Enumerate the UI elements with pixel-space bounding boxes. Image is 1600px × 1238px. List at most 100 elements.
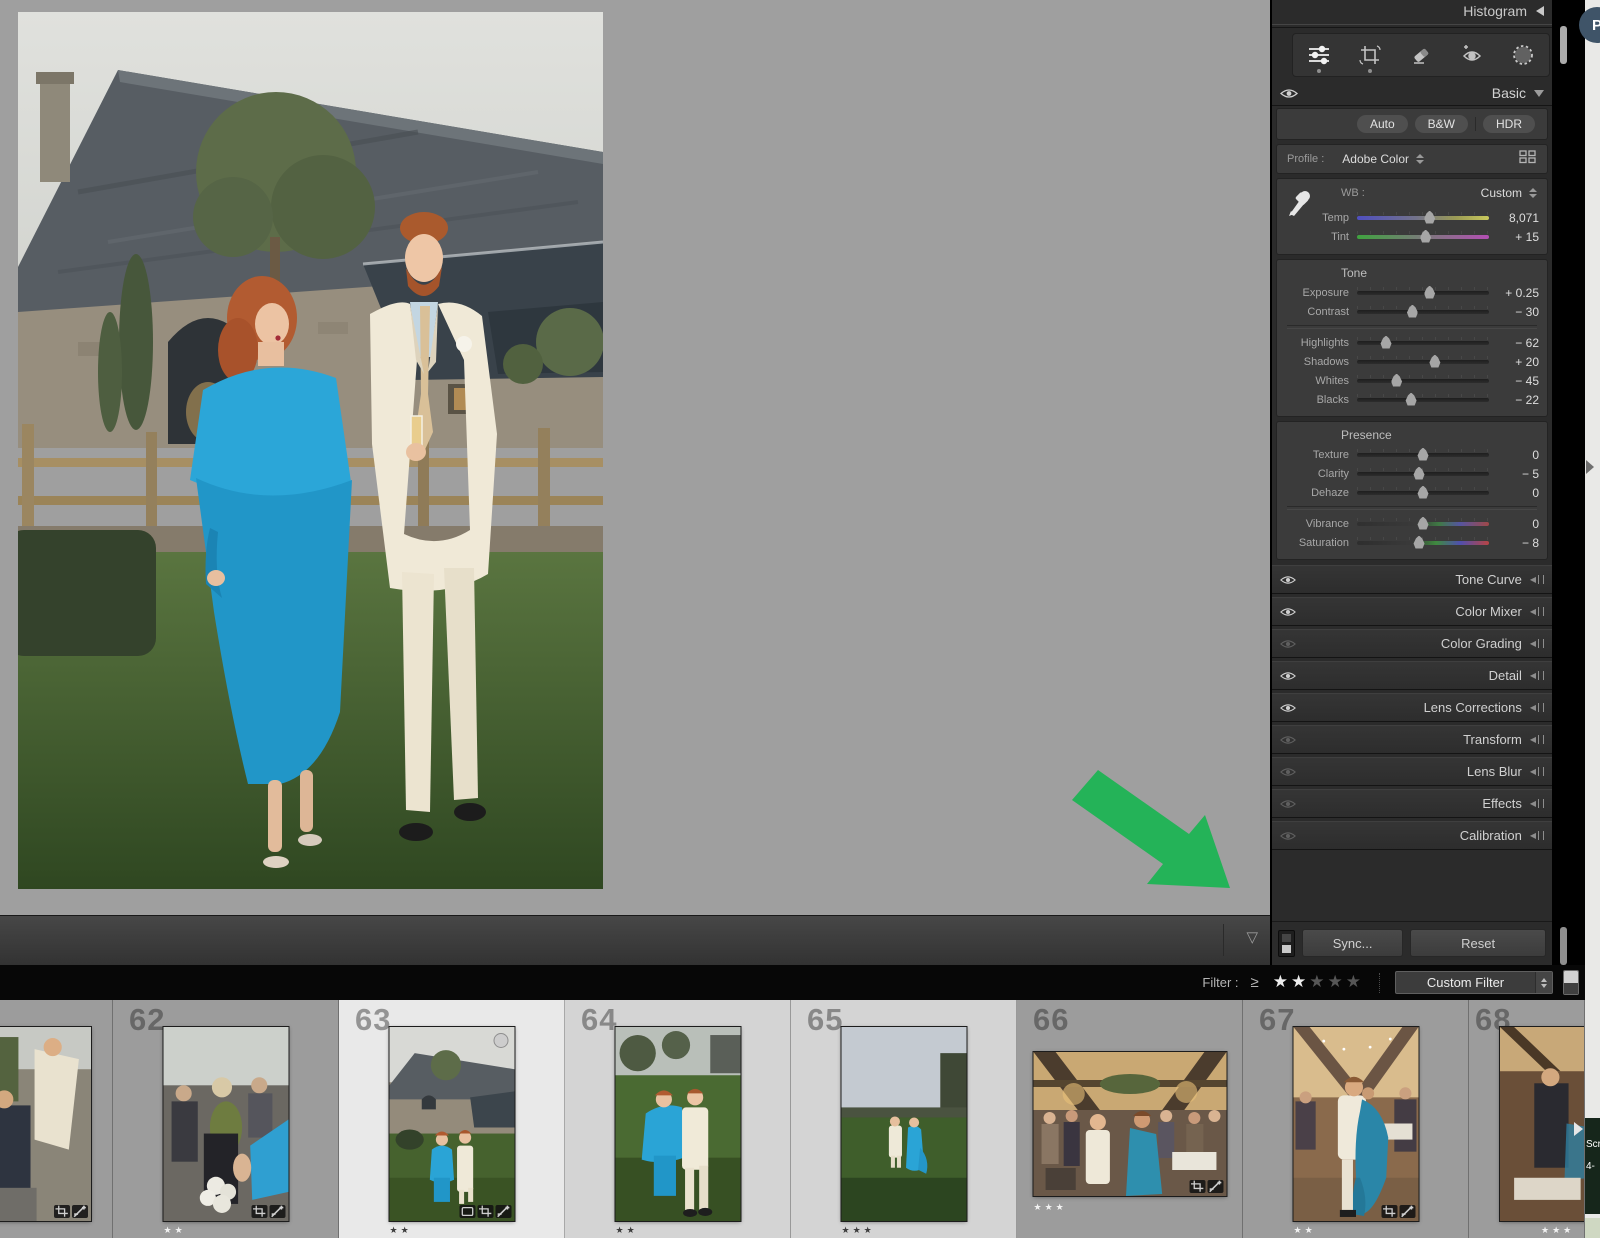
calibration-eye-icon[interactable]: [1280, 831, 1296, 841]
crop-badge-icon[interactable]: [477, 1205, 493, 1218]
thumbnail-partial-left[interactable]: [0, 1027, 91, 1221]
clarity-value[interactable]: − 5: [1489, 467, 1539, 481]
filmstrip-cell-66[interactable]: 66: [1017, 1000, 1243, 1238]
reset-button[interactable]: Reset: [1410, 929, 1546, 957]
thumbnail-62[interactable]: [163, 1027, 288, 1221]
color-grading-eye-icon[interactable]: [1280, 639, 1296, 649]
masking-tool-icon[interactable]: [1498, 43, 1549, 67]
filter-star-4-icon[interactable]: [1328, 973, 1343, 992]
tint-slider[interactable]: Tint + 15: [1277, 227, 1547, 246]
effects-eye-icon[interactable]: [1280, 799, 1296, 809]
clarity-track[interactable]: [1357, 472, 1489, 476]
temp-slider[interactable]: Temp 8,071: [1277, 208, 1547, 227]
red-eye-tool-icon[interactable]: [1447, 44, 1498, 66]
saturation-value[interactable]: − 8: [1489, 536, 1539, 550]
bw-button[interactable]: B&W: [1415, 115, 1468, 133]
adjustment-badge-icon[interactable]: [1207, 1180, 1223, 1193]
thumbnail-64[interactable]: [615, 1027, 740, 1221]
thumbnail-63[interactable]: [389, 1027, 514, 1221]
profile-value[interactable]: Adobe Color: [1342, 152, 1409, 166]
star-rating[interactable]: ★★: [164, 1225, 186, 1236]
tone-curve-eye-icon[interactable]: [1280, 575, 1296, 585]
basic-panel-header[interactable]: Basic: [1272, 81, 1552, 106]
basic-eye-icon[interactable]: [1280, 88, 1298, 99]
tint-knob[interactable]: [1420, 230, 1431, 243]
panel-tone-curve[interactable]: Tone Curve: [1272, 565, 1552, 594]
filter-star-1-icon[interactable]: [1273, 973, 1288, 992]
panel-calibration[interactable]: Calibration: [1272, 821, 1552, 850]
develop-canvas[interactable]: [0, 0, 1270, 915]
panel-effects[interactable]: Effects: [1272, 789, 1552, 818]
panel-reveal-arrow-icon[interactable]: [1586, 460, 1594, 474]
panel-scrollbar-bottom[interactable]: [1560, 927, 1567, 965]
shadows-slider[interactable]: Shadows + 20: [1277, 352, 1547, 371]
filmstrip-cell-64[interactable]: 64 ★★: [565, 1000, 791, 1238]
filmstrip-cell-67[interactable]: 67: [1243, 1000, 1469, 1238]
star-rating[interactable]: ★★★: [842, 1225, 875, 1236]
crop-badge-icon[interactable]: [1381, 1205, 1397, 1218]
wb-eyedropper-icon[interactable]: [1285, 187, 1315, 224]
whites-slider[interactable]: Whites − 45: [1277, 371, 1547, 390]
panel-lens-blur[interactable]: Lens Blur: [1272, 757, 1552, 786]
filmstrip-cell-63-active[interactable]: 63: [339, 1000, 565, 1238]
temp-track[interactable]: [1357, 216, 1489, 220]
filter-star-2-icon[interactable]: [1291, 973, 1306, 992]
blacks-track[interactable]: [1357, 398, 1489, 402]
highlights-knob[interactable]: [1381, 336, 1392, 349]
crop-badge-icon[interactable]: [54, 1205, 70, 1218]
thumbnail-65[interactable]: [841, 1027, 966, 1221]
toolbar-chevron-icon[interactable]: ▽: [1246, 930, 1258, 945]
histogram-header[interactable]: Histogram: [1272, 0, 1552, 22]
adjustment-badge-icon[interactable]: [1399, 1205, 1415, 1218]
shadows-value[interactable]: + 20: [1489, 355, 1539, 369]
profile-avatar[interactable]: P: [1579, 7, 1600, 43]
star-rating[interactable]: ★★: [1294, 1225, 1316, 1236]
clarity-knob[interactable]: [1414, 467, 1425, 480]
lens-corrections-eye-icon[interactable]: [1280, 703, 1296, 713]
whites-value[interactable]: − 45: [1489, 374, 1539, 388]
contrast-slider[interactable]: Contrast − 30: [1277, 302, 1547, 321]
filmstrip-cell-62[interactable]: 62: [113, 1000, 339, 1238]
blacks-knob[interactable]: [1406, 393, 1417, 406]
color-mixer-eye-icon[interactable]: [1280, 607, 1296, 617]
shadows-knob[interactable]: [1429, 355, 1440, 368]
contrast-track[interactable]: [1357, 310, 1489, 314]
dehaze-slider[interactable]: Dehaze 0: [1277, 483, 1547, 502]
tint-track[interactable]: [1357, 235, 1489, 239]
transform-eye-icon[interactable]: [1280, 735, 1296, 745]
filter-preset-select[interactable]: Custom Filter: [1395, 971, 1553, 994]
crop-badge-icon[interactable]: [1189, 1180, 1205, 1193]
exposure-knob[interactable]: [1424, 286, 1435, 299]
auto-button[interactable]: Auto: [1357, 115, 1408, 133]
filmstrip-cell-partial-left[interactable]: [0, 1000, 113, 1238]
edit-sliders-tool-icon[interactable]: [1293, 44, 1344, 66]
adjustment-badge-icon[interactable]: [495, 1205, 511, 1218]
star-rating[interactable]: ★★★: [1541, 1225, 1574, 1236]
collection-badge-icon[interactable]: [459, 1205, 475, 1218]
texture-slider[interactable]: Texture 0: [1277, 445, 1547, 464]
contrast-value[interactable]: − 30: [1489, 305, 1539, 319]
filmstrip-cell-65[interactable]: 65 ★★★: [791, 1000, 1017, 1238]
exposure-slider[interactable]: Exposure + 0.25: [1277, 283, 1547, 302]
profile-caret-icon[interactable]: [1416, 154, 1424, 164]
panel-lens-corrections[interactable]: Lens Corrections: [1272, 693, 1552, 722]
crop-badge-icon[interactable]: [251, 1205, 267, 1218]
wb-value[interactable]: Custom: [1481, 186, 1522, 200]
filter-operator[interactable]: ≥: [1251, 974, 1259, 991]
vibrance-track[interactable]: [1357, 522, 1489, 526]
dehaze-knob[interactable]: [1418, 486, 1429, 499]
saturation-slider[interactable]: Saturation − 8: [1277, 533, 1547, 552]
temp-value[interactable]: 8,071: [1489, 211, 1539, 225]
shadows-track[interactable]: [1357, 360, 1489, 364]
adjustment-badge-icon[interactable]: [269, 1205, 285, 1218]
whites-track[interactable]: [1357, 379, 1489, 383]
panel-color-mixer[interactable]: Color Mixer: [1272, 597, 1552, 626]
contrast-knob[interactable]: [1407, 305, 1418, 318]
filter-enable-switch[interactable]: [1563, 970, 1579, 995]
star-rating[interactable]: ★★: [616, 1225, 638, 1236]
exposure-track[interactable]: [1357, 291, 1489, 295]
lens-blur-eye-icon[interactable]: [1280, 767, 1296, 777]
filmstrip-scroll-right-icon[interactable]: [1574, 1122, 1583, 1136]
thumbnail-68[interactable]: [1500, 1027, 1585, 1221]
filmstrip-cell-68[interactable]: 68 ★★★: [1469, 1000, 1585, 1238]
